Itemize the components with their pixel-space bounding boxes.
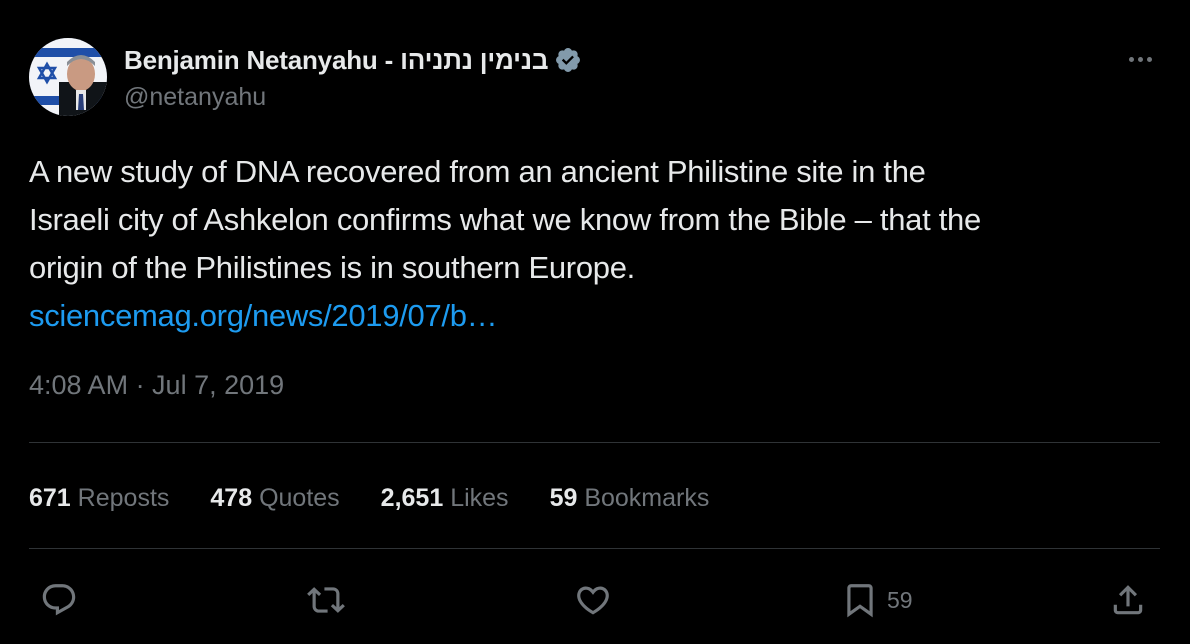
tweet-link[interactable]: sciencemag.org/news/2019/07/b… bbox=[29, 298, 498, 333]
bookmark-count: 59 bbox=[887, 586, 913, 613]
verified-badge-icon[interactable] bbox=[554, 46, 582, 74]
more-dot-icon bbox=[1146, 56, 1152, 62]
author-name-row: Benjamin Netanyahu - בנימין נתניהו bbox=[124, 42, 582, 78]
stat-quotes[interactable]: 478 Quotes bbox=[210, 484, 339, 513]
tweet-card: Benjamin Netanyahu - בנימין נתניהו @neta… bbox=[0, 0, 1190, 644]
action-bar: 59 bbox=[0, 578, 1190, 622]
share-icon bbox=[1113, 585, 1143, 615]
author-display-name[interactable]: Benjamin Netanyahu - בנימין נתניהו bbox=[124, 45, 548, 76]
tweet-body: A new study of DNA recovered from an anc… bbox=[29, 148, 1169, 340]
stat-bookmarks[interactable]: 59 Bookmarks bbox=[550, 484, 710, 513]
divider bbox=[29, 548, 1160, 549]
stat-reposts-label: Reposts bbox=[77, 483, 170, 512]
tweet-text-line: Israeli city of Ashkelon confirms what w… bbox=[29, 202, 981, 237]
tweet-text-line: origin of the Philistines is in southern… bbox=[29, 250, 635, 285]
tweet-text-line: A new study of DNA recovered from an anc… bbox=[29, 154, 926, 189]
more-dot-icon bbox=[1137, 56, 1143, 62]
bookmark-icon bbox=[847, 584, 873, 618]
more-dot-icon bbox=[1128, 56, 1134, 62]
reply-button[interactable] bbox=[40, 578, 78, 622]
avatar-image bbox=[29, 38, 107, 116]
engagement-stats: 671 Reposts 478 Quotes 2,651 Likes 59 Bo… bbox=[29, 478, 750, 518]
stat-likes-count: 2,651 bbox=[380, 483, 444, 512]
like-button[interactable] bbox=[574, 578, 612, 622]
reply-icon bbox=[42, 584, 76, 616]
divider bbox=[29, 442, 1160, 443]
stat-quotes-label: Quotes bbox=[259, 483, 340, 512]
stat-reposts[interactable]: 671 Reposts bbox=[29, 484, 169, 513]
more-options-button[interactable] bbox=[1120, 46, 1160, 72]
stat-bookmarks-label: Bookmarks bbox=[584, 483, 710, 512]
tweet-timestamp[interactable]: 4:08 AM · Jul 7, 2019 bbox=[29, 370, 284, 401]
share-button[interactable] bbox=[1109, 578, 1147, 622]
stat-reposts-count: 671 bbox=[29, 483, 71, 512]
stat-quotes-count: 478 bbox=[210, 483, 253, 512]
stat-likes[interactable]: 2,651 Likes bbox=[381, 484, 509, 513]
stat-likes-label: Likes bbox=[450, 483, 509, 512]
avatar[interactable] bbox=[29, 38, 107, 116]
repost-icon bbox=[307, 587, 345, 613]
author-handle[interactable]: @netanyahu bbox=[124, 83, 266, 112]
repost-button[interactable] bbox=[307, 578, 345, 622]
bookmark-button[interactable]: 59 bbox=[841, 578, 913, 622]
heart-icon bbox=[577, 586, 609, 615]
stat-bookmarks-count: 59 bbox=[549, 483, 578, 512]
